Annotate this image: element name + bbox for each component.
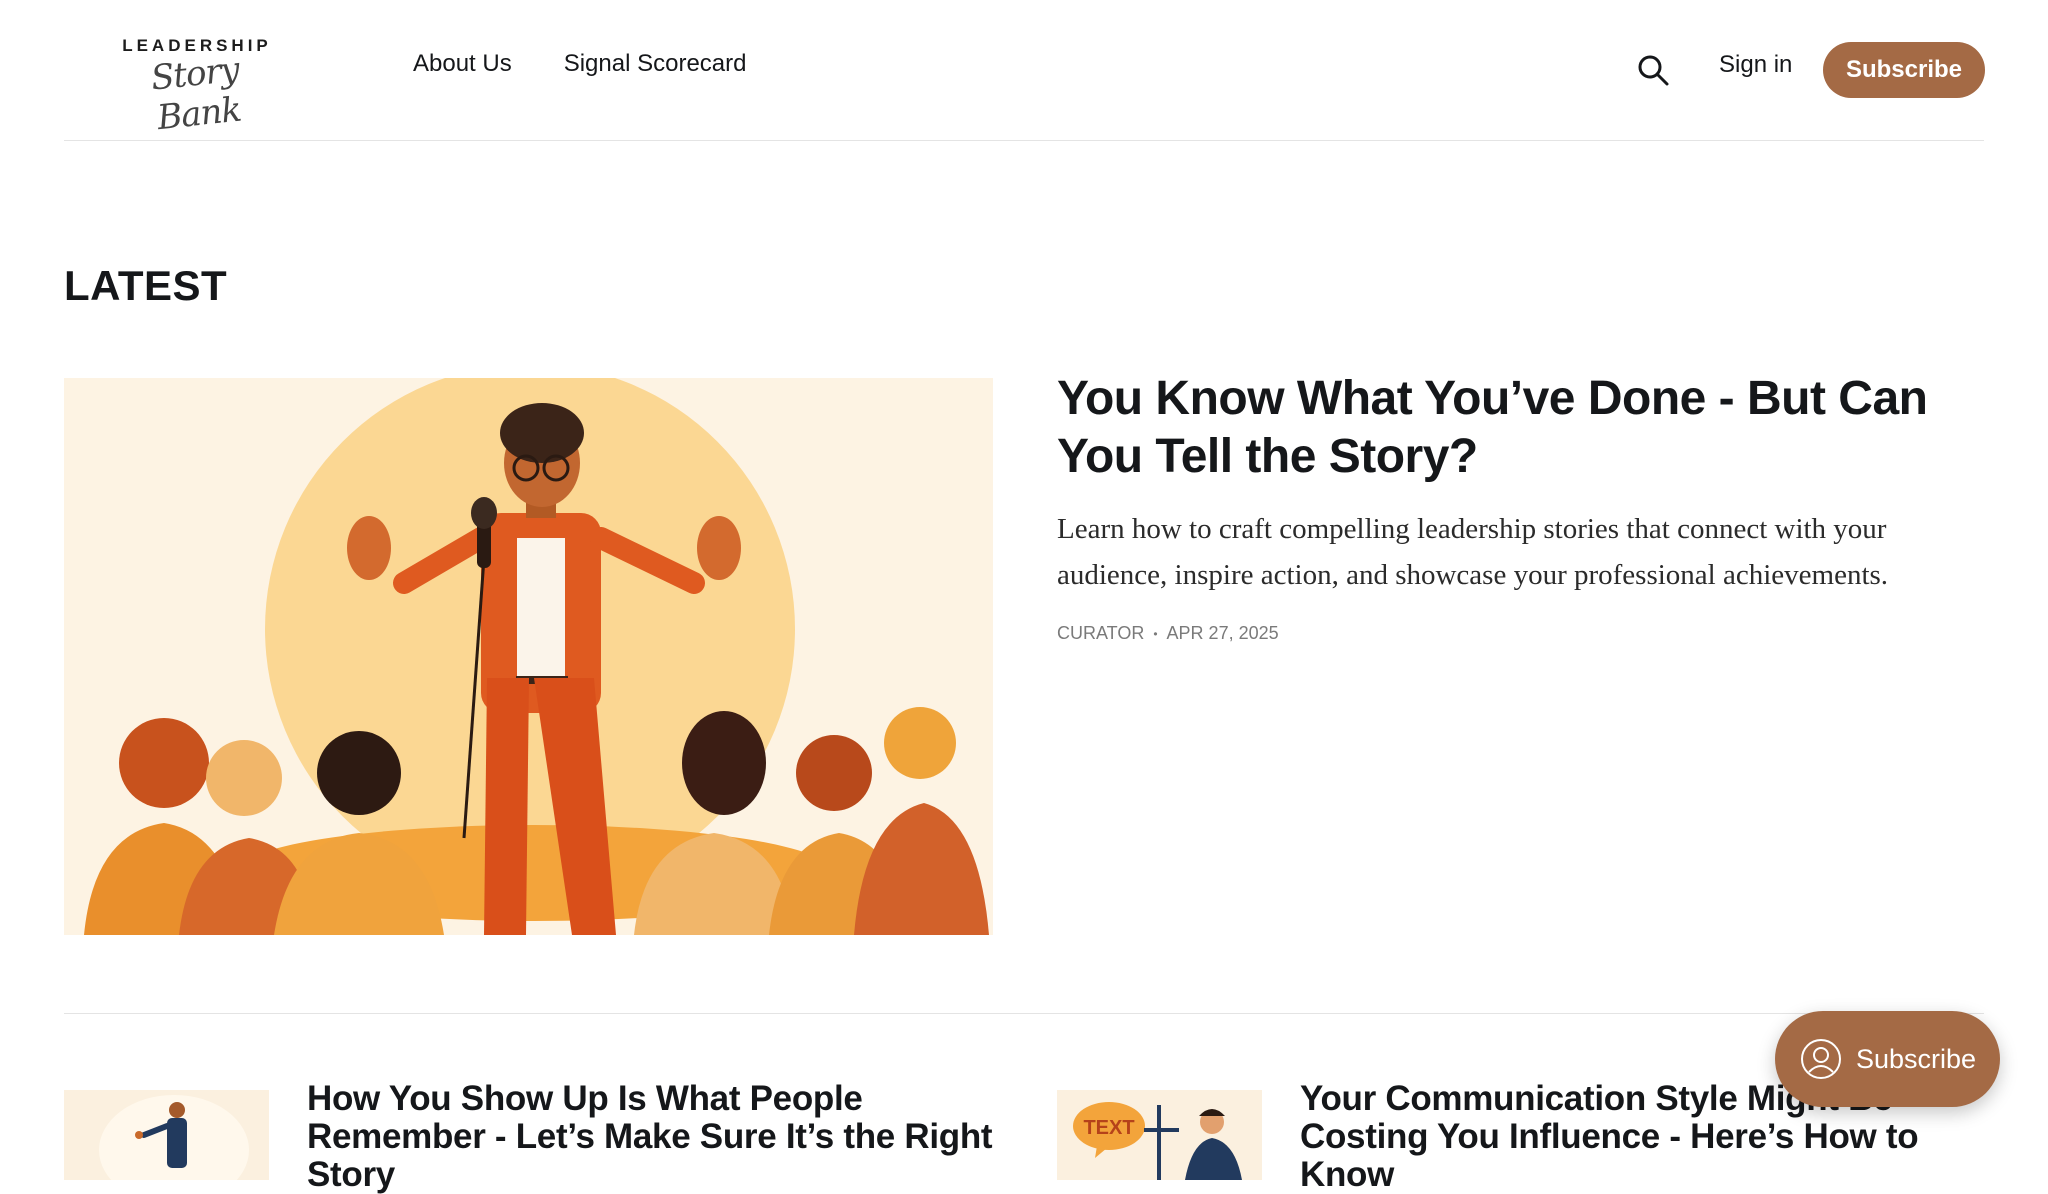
presenter-illustration bbox=[64, 1090, 269, 1180]
site-header: LEADERSHIP Story Bank About Us Signal Sc… bbox=[64, 0, 1985, 141]
post-author[interactable]: CURATOR bbox=[1057, 623, 1144, 644]
feature-title[interactable]: You Know What You’ve Done - But Can You … bbox=[1057, 370, 1987, 486]
search-icon[interactable] bbox=[1635, 52, 1671, 88]
floating-subscribe-label: Subscribe bbox=[1856, 1043, 1977, 1074]
main-nav: About Us Signal Scorecard bbox=[413, 50, 746, 78]
logo-script: Story Bank bbox=[149, 49, 243, 139]
site-logo[interactable]: LEADERSHIP Story Bank bbox=[122, 30, 282, 138]
feature-excerpt: Learn how to craft compelling leadership… bbox=[1057, 513, 1889, 591]
card-image[interactable]: TEXT bbox=[1057, 1090, 1262, 1180]
card-image[interactable] bbox=[64, 1090, 269, 1180]
post-meta: CURATOR • APR 27, 2025 bbox=[1057, 623, 1279, 644]
nav-signal-scorecard[interactable]: Signal Scorecard bbox=[564, 50, 747, 78]
user-circle-icon bbox=[1801, 1039, 1841, 1079]
feature-image[interactable] bbox=[64, 378, 993, 935]
subscribe-button[interactable]: Subscribe bbox=[1823, 42, 1985, 98]
signin-link[interactable]: Sign in bbox=[1719, 51, 1792, 79]
section-title-latest: LATEST bbox=[64, 262, 228, 309]
speaker-illustration bbox=[64, 378, 993, 935]
section-divider bbox=[64, 1013, 1984, 1014]
thinking-man-illustration: TEXT bbox=[1057, 1090, 1262, 1180]
thumb-text-label: TEXT bbox=[1083, 1117, 1134, 1139]
meta-separator: • bbox=[1153, 626, 1158, 641]
floating-subscribe-button[interactable]: Subscribe bbox=[1775, 1011, 2000, 1107]
post-date: APR 27, 2025 bbox=[1166, 623, 1279, 643]
card-title[interactable]: How You Show Up Is What People Remember … bbox=[307, 1080, 1007, 1194]
nav-about-us[interactable]: About Us bbox=[413, 50, 512, 78]
